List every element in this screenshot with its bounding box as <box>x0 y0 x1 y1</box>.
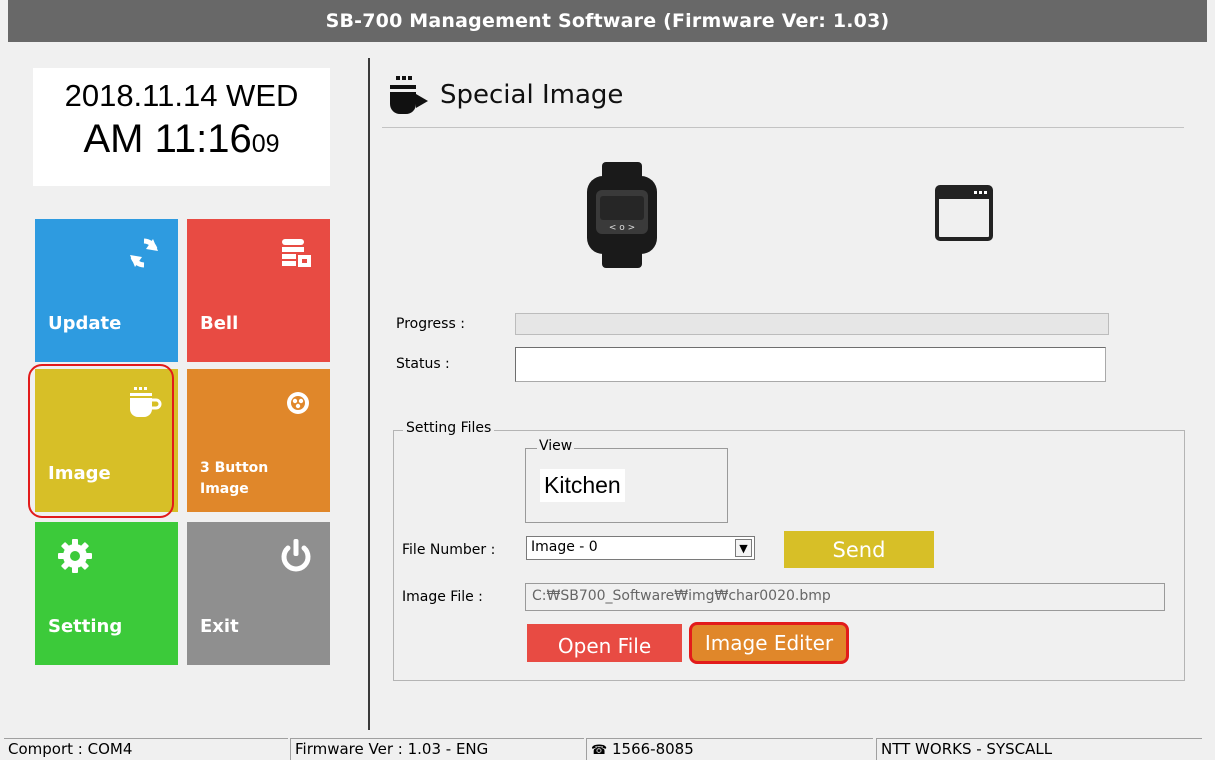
window-title: SB-700 Management Software (Firmware Ver… <box>325 10 890 32</box>
phone-status: ☎ 1566-8085 <box>586 738 873 760</box>
image-file-path-field[interactable]: C:₩SB700_Software₩img₩char0020.bmp <box>525 583 1165 611</box>
update-tile[interactable]: Update <box>35 219 178 362</box>
pager-watch-icon: < o > <box>587 162 657 268</box>
comport-status: Comport : COM4 <box>4 738 288 760</box>
status-label: Status : <box>396 356 450 372</box>
page-title: Special Image <box>440 80 624 110</box>
coffee-cup-icon <box>130 387 162 417</box>
panel-divider <box>368 58 370 730</box>
status-field[interactable] <box>515 347 1106 382</box>
bell-list-icon <box>282 239 311 267</box>
file-number-label: File Number : <box>402 542 496 558</box>
status-bar: Comport : COM4 Firmware Ver : 1.03 - ENG… <box>0 738 1215 760</box>
gear-icon <box>58 539 92 573</box>
phone-icon: ☎ <box>591 743 608 758</box>
image-file-label: Image File : <box>402 589 483 605</box>
title-divider <box>382 127 1184 128</box>
window-title-bar: SB-700 Management Software (Firmware Ver… <box>8 0 1207 42</box>
bell-tile[interactable]: Bell <box>187 219 330 362</box>
three-button-image-tile[interactable]: 3 Button Image <box>187 369 330 512</box>
clock-time: AM 11:16 <box>83 117 252 161</box>
app-window: SB-700 Management Software (Firmware Ver… <box>0 0 1215 760</box>
coffee-cup-icon <box>390 76 428 114</box>
exit-tile-label: Exit <box>200 615 239 637</box>
three-button-tile-label: 3 Button Image <box>200 458 268 500</box>
clock-time-row: AM 11:1609 <box>33 117 330 162</box>
setting-tile[interactable]: Setting <box>35 522 178 665</box>
view-preview-text: Kitchen <box>540 469 625 502</box>
three-button-icon <box>287 392 309 414</box>
progress-label: Progress : <box>396 316 465 332</box>
clock-panel: 2018.11.14 WED AM 11:1609 <box>33 68 330 186</box>
open-file-button[interactable]: Open File <box>527 624 682 662</box>
chevron-down-icon[interactable]: ▼ <box>735 539 752 557</box>
window-icon <box>935 185 993 241</box>
file-number-select[interactable]: Image - 0 ▼ <box>526 536 755 560</box>
bell-tile-label: Bell <box>200 312 239 334</box>
file-number-value: Image - 0 <box>531 539 598 555</box>
three-button-tile-label-line2: Image <box>200 481 249 497</box>
sync-icon <box>130 238 158 268</box>
svg-text:< o >: < o > <box>609 223 635 233</box>
progress-bar <box>515 313 1109 335</box>
three-button-tile-label-line1: 3 Button <box>200 460 269 476</box>
clock-seconds: 09 <box>251 130 280 158</box>
image-tile-label: Image <box>48 462 111 484</box>
power-icon <box>281 539 311 572</box>
image-editer-button[interactable]: Image Editer <box>689 622 849 664</box>
setting-files-title: Setting Files <box>403 420 495 436</box>
clock-date: 2018.11.14 WED <box>64 78 299 113</box>
firmware-status: Firmware Ver : 1.03 - ENG <box>290 738 584 760</box>
image-tile[interactable]: Image <box>35 369 178 512</box>
exit-tile[interactable]: Exit <box>187 522 330 665</box>
setting-tile-label: Setting <box>48 615 123 637</box>
send-button[interactable]: Send <box>784 531 934 568</box>
update-tile-label: Update <box>48 312 122 334</box>
view-title: View <box>537 438 575 454</box>
company-status: NTT WORKS - SYSCALL <box>876 738 1202 760</box>
phone-number: 1566-8085 <box>611 740 694 758</box>
